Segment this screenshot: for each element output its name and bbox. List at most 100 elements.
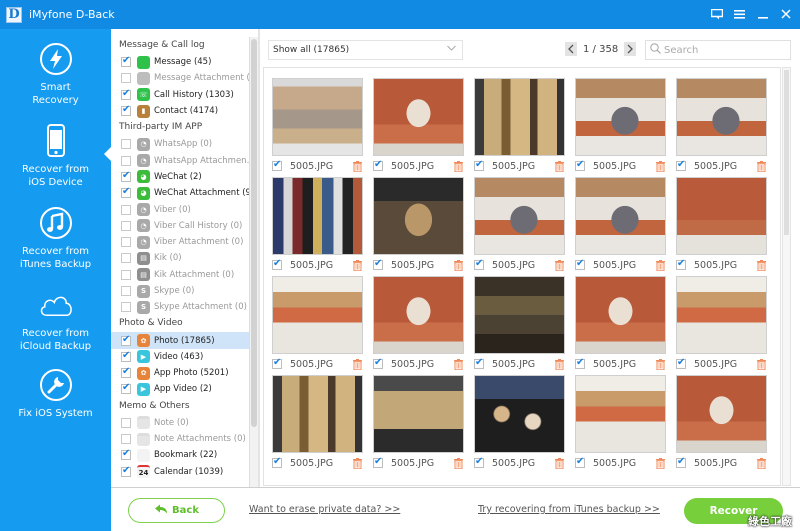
photo-thumbnail[interactable] xyxy=(474,78,565,156)
photo-checkbox[interactable] xyxy=(272,159,282,171)
trash-icon[interactable] xyxy=(454,160,463,172)
photo-tile[interactable]: 5005.JPG xyxy=(474,276,566,373)
trash-icon[interactable] xyxy=(757,160,766,172)
photo-thumbnail[interactable] xyxy=(575,276,666,354)
trash-icon[interactable] xyxy=(757,457,766,469)
category-item[interactable]: Message Attachment (0) xyxy=(111,70,257,86)
nav-recover-itunes-backup[interactable]: Recover from iTunes Backup xyxy=(0,205,111,271)
trash-icon[interactable] xyxy=(353,358,362,370)
close-icon[interactable] xyxy=(779,8,792,20)
nav-recover-icloud-backup[interactable]: Recover from iCloud Backup xyxy=(0,287,111,353)
filter-dropdown[interactable]: Show all (17865) xyxy=(268,40,463,60)
photo-thumbnail[interactable] xyxy=(474,375,565,453)
photo-thumbnail[interactable] xyxy=(272,375,363,453)
category-checkbox[interactable] xyxy=(121,382,131,395)
erase-private-data-link[interactable]: Want to erase private data? >> xyxy=(249,504,400,515)
photo-thumbnail[interactable] xyxy=(373,276,464,354)
category-item[interactable]: ◔ WhatsApp Attachmen... xyxy=(111,152,257,168)
category-checkbox[interactable] xyxy=(121,88,131,100)
photo-checkbox[interactable] xyxy=(474,258,484,270)
trash-icon[interactable] xyxy=(454,457,463,469)
photo-checkbox[interactable] xyxy=(272,258,282,270)
trash-icon[interactable] xyxy=(555,160,564,172)
category-checkbox[interactable] xyxy=(121,302,131,313)
trash-icon[interactable] xyxy=(454,358,463,370)
trash-icon[interactable] xyxy=(555,358,564,370)
photo-thumbnail[interactable] xyxy=(676,78,767,156)
category-item[interactable]: 24 Calendar (1039) xyxy=(111,464,257,480)
category-scrollbar[interactable] xyxy=(249,37,258,487)
photo-tile[interactable]: 5005.JPG xyxy=(474,375,566,472)
feedback-icon[interactable] xyxy=(710,8,723,20)
category-item[interactable]: ◕ WeChat (2) xyxy=(111,169,257,185)
category-checkbox[interactable] xyxy=(121,434,131,445)
trash-icon[interactable] xyxy=(353,160,362,172)
photo-tile[interactable]: 5005.JPG xyxy=(373,177,465,274)
photo-checkbox[interactable] xyxy=(272,357,282,369)
photo-tile[interactable]: 5005.JPG xyxy=(373,276,465,373)
category-item[interactable]: ✿ App Photo (5201) xyxy=(111,365,257,381)
grid-scrollbar[interactable] xyxy=(782,67,791,486)
category-item[interactable]: Note (0) xyxy=(111,415,257,431)
category-item[interactable]: S Skype (0) xyxy=(111,283,257,299)
photo-tile[interactable]: 5005.JPG xyxy=(373,78,465,175)
trash-icon[interactable] xyxy=(656,259,665,271)
category-checkbox[interactable] xyxy=(121,155,131,166)
category-checkbox[interactable] xyxy=(121,139,131,150)
category-item[interactable]: S Skype Attachment (0) xyxy=(111,299,257,315)
nav-recover-ios-device[interactable]: Recover from iOS Device xyxy=(0,123,111,189)
photo-tile[interactable]: 5005.JPG xyxy=(474,177,566,274)
photo-thumbnail[interactable] xyxy=(474,177,565,255)
photo-tile[interactable]: 5005.JPG xyxy=(272,375,364,472)
photo-checkbox[interactable] xyxy=(373,159,383,171)
photo-checkbox[interactable] xyxy=(575,258,585,270)
photo-thumbnail[interactable] xyxy=(373,177,464,255)
photo-tile[interactable]: 5005.JPG xyxy=(676,78,768,175)
photo-checkbox[interactable] xyxy=(474,159,484,171)
photo-checkbox[interactable] xyxy=(373,357,383,369)
category-item[interactable]: Bookmark (22) xyxy=(111,447,257,463)
prev-page-button[interactable] xyxy=(565,42,577,56)
category-item[interactable]: Note Attachments (0) xyxy=(111,431,257,447)
category-checkbox[interactable] xyxy=(121,253,131,264)
photo-checkbox[interactable] xyxy=(676,159,686,171)
photo-tile[interactable]: 5005.JPG xyxy=(272,177,364,274)
category-checkbox[interactable] xyxy=(121,448,131,461)
photo-checkbox[interactable] xyxy=(676,456,686,468)
category-checkbox[interactable] xyxy=(121,104,131,117)
minimize-icon[interactable] xyxy=(756,8,769,20)
search-input[interactable] xyxy=(664,44,784,56)
photo-thumbnail[interactable] xyxy=(474,276,565,354)
trash-icon[interactable] xyxy=(353,457,362,469)
category-checkbox[interactable] xyxy=(121,366,131,379)
category-checkbox[interactable] xyxy=(121,204,131,215)
category-item[interactable]: ▤ Kik (0) xyxy=(111,250,257,266)
photo-tile[interactable]: 5005.JPG xyxy=(676,177,768,274)
trash-icon[interactable] xyxy=(555,259,564,271)
trash-icon[interactable] xyxy=(757,259,766,271)
category-item[interactable]: ✿ Photo (17865) xyxy=(111,332,257,349)
trash-icon[interactable] xyxy=(555,457,564,469)
photo-tile[interactable]: 5005.JPG xyxy=(373,375,465,472)
category-checkbox[interactable] xyxy=(121,334,131,346)
category-checkbox[interactable] xyxy=(121,269,131,280)
photo-checkbox[interactable] xyxy=(474,456,484,468)
photo-checkbox[interactable] xyxy=(373,456,383,468)
trash-icon[interactable] xyxy=(656,457,665,469)
category-checkbox[interactable] xyxy=(121,465,131,477)
category-item[interactable]: ▮ Contact (4174) xyxy=(111,103,257,119)
category-item[interactable]: ◔ WhatsApp (0) xyxy=(111,136,257,152)
photo-thumbnail[interactable] xyxy=(676,177,767,255)
category-checkbox[interactable] xyxy=(121,55,131,68)
next-page-button[interactable] xyxy=(624,42,637,56)
category-checkbox[interactable] xyxy=(121,170,131,182)
photo-thumbnail[interactable] xyxy=(676,375,767,453)
photo-thumbnail[interactable] xyxy=(272,177,363,255)
photo-checkbox[interactable] xyxy=(676,258,686,270)
category-item[interactable]: ◔ Viber (0) xyxy=(111,201,257,217)
photo-tile[interactable]: 5005.JPG xyxy=(575,78,667,175)
category-item[interactable]: ▶ Video (463) xyxy=(111,349,257,365)
nav-smart-recovery[interactable]: Smart Recovery xyxy=(0,41,111,107)
photo-tile[interactable]: 5005.JPG xyxy=(676,375,768,472)
photo-tile[interactable]: 5005.JPG xyxy=(676,276,768,373)
